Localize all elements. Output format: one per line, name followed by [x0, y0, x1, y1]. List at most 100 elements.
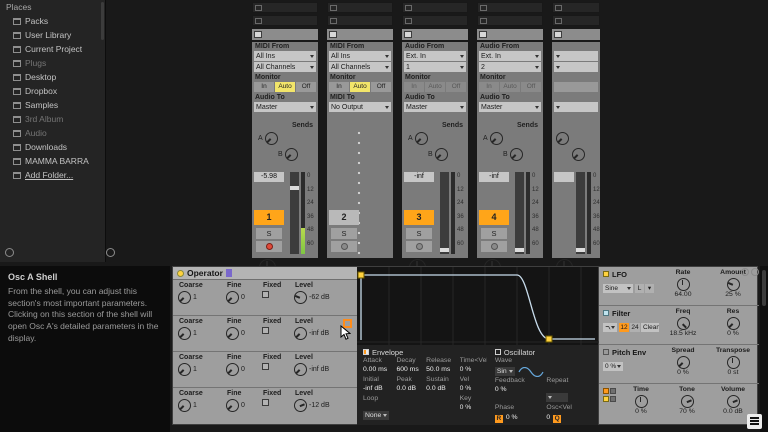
fader-handle[interactable] [515, 248, 524, 252]
scrollbar-thumb[interactable] [762, 270, 766, 306]
loop-select[interactable]: None [363, 411, 390, 420]
param-value[interactable]: 0.0 dB [396, 385, 426, 395]
fine-knob[interactable] [226, 327, 239, 340]
filter-on-led[interactable] [603, 310, 609, 316]
sidebar-item[interactable]: Plugs [0, 56, 105, 70]
filter-circuit-select[interactable]: Clean [641, 323, 659, 332]
input-select[interactable]: All Ins [329, 51, 391, 61]
level-knob[interactable] [294, 363, 307, 376]
volume-value[interactable]: -5.98 [254, 172, 284, 182]
clip-slot[interactable] [552, 15, 600, 26]
envelope-handle[interactable] [545, 335, 553, 343]
fine-knob[interactable] [226, 291, 239, 304]
osc-a-shell[interactable]: Coarse 1 Fine 0 Fixed Level -62 dB [173, 280, 357, 316]
device-title-bar[interactable]: Operator [173, 267, 357, 280]
volume-knob[interactable] [726, 395, 740, 408]
volume-fader[interactable] [440, 172, 449, 254]
level-value[interactable]: -inf dB [309, 330, 329, 337]
arm-button[interactable] [331, 241, 357, 252]
filter-slope-12-button[interactable]: 12 [619, 323, 629, 332]
output-select[interactable] [554, 102, 598, 112]
track-activator-button[interactable]: 4 [479, 210, 509, 225]
lfo-shell[interactable]: LFO Sine L ▾ Rate 64.00 Amount 25 % [599, 267, 759, 306]
param-value[interactable]: 0 % [460, 385, 487, 395]
clip-slot[interactable] [252, 2, 318, 13]
input-select[interactable] [554, 51, 598, 61]
section-square-icon[interactable] [363, 349, 369, 355]
device-view-icon[interactable] [741, 268, 749, 276]
output-select[interactable]: No Output [329, 102, 391, 112]
sidebar-item[interactable]: Add Folder... [0, 168, 105, 182]
param-value[interactable]: 50.0 ms [426, 366, 459, 376]
section-square-icon[interactable] [494, 349, 501, 355]
level-knob[interactable] [294, 327, 307, 340]
coarse-value[interactable]: 1 [193, 402, 197, 409]
osc-c-shell[interactable]: Coarse 1 Fine 0 Fixed Level -inf dB [173, 352, 357, 388]
output-select[interactable]: Master [254, 102, 316, 112]
monitor-in-button[interactable]: In [254, 82, 274, 92]
solo-button[interactable]: S [256, 228, 282, 239]
volume-value[interactable] [554, 172, 574, 182]
oscillator-section-header[interactable]: Oscillator [494, 347, 594, 357]
fixed-checkbox[interactable] [262, 327, 269, 334]
clip-slot[interactable] [327, 15, 393, 26]
filter-shell[interactable]: Filter 12 24 Clean Freq 18.5 kHz Res 0 % [599, 306, 759, 345]
osc-d-shell[interactable]: Coarse 1 Fine 0 Fixed Level -12 dB [173, 388, 357, 424]
fine-value[interactable]: 0 [241, 402, 245, 409]
sidebar-item[interactable]: Dropbox [0, 84, 105, 98]
transpose-value[interactable]: 0 st [711, 369, 755, 378]
param-value[interactable]: 600 ms [396, 366, 426, 376]
info-toggle-icon[interactable] [5, 248, 14, 257]
filter-type-select[interactable] [603, 323, 617, 332]
output-select[interactable]: Master [479, 102, 541, 112]
volume-fader[interactable] [576, 172, 585, 254]
fader-handle[interactable] [440, 248, 449, 252]
fine-value[interactable]: 0 [241, 366, 245, 373]
monitor-off-button[interactable]: Off [446, 82, 466, 92]
lfo-sync-button[interactable]: ▾ [645, 284, 654, 293]
send-a-knob[interactable] [414, 132, 428, 145]
arm-button[interactable] [406, 241, 432, 252]
amount-value[interactable]: 25 % [711, 291, 755, 300]
volume-fader[interactable] [290, 172, 299, 254]
monitor-off-button[interactable]: Off [296, 82, 316, 92]
osc-b-shell[interactable]: Coarse 1 Fine 0 Fixed Level -inf dB [173, 316, 357, 352]
fixed-checkbox[interactable] [262, 363, 269, 370]
browser-scrollbar[interactable] [101, 2, 104, 40]
global-shell[interactable]: Time 0 % Tone 70 % Volume 0.0 dB [599, 384, 759, 423]
fine-knob[interactable] [226, 399, 239, 412]
pitch-on-led[interactable] [603, 349, 609, 355]
fixed-checkbox[interactable] [262, 291, 269, 298]
volume-fader[interactable] [515, 172, 524, 254]
freq-knob[interactable] [676, 317, 690, 330]
clip-stop-button[interactable] [254, 31, 262, 38]
lfo-wave-select[interactable]: Sine [603, 284, 633, 293]
quantize-button[interactable]: Q [553, 414, 562, 423]
coarse-value[interactable]: 1 [193, 330, 197, 337]
level-value[interactable]: -inf dB [309, 366, 329, 373]
device-view-icon[interactable] [751, 268, 759, 276]
solo-button[interactable]: S [406, 228, 432, 239]
fine-value[interactable]: 0 [241, 294, 245, 301]
coarse-knob[interactable] [178, 327, 191, 340]
coarse-knob[interactable] [178, 363, 191, 376]
param-value[interactable]: 0 % [460, 366, 487, 376]
clip-slot[interactable] [402, 15, 468, 26]
sidebar-item[interactable]: Samples [0, 98, 105, 112]
sidebar-item[interactable]: Current Project [0, 42, 105, 56]
sidebar-item[interactable]: 3rd Album [0, 112, 105, 126]
transpose-knob[interactable] [726, 356, 740, 369]
phase-value[interactable]: 0 % [506, 414, 518, 424]
send-a-knob[interactable] [489, 132, 503, 145]
output-select[interactable]: Master [404, 102, 466, 112]
input-select[interactable]: Ext. In [479, 51, 541, 61]
monitor-auto-button[interactable]: Auto [275, 82, 295, 92]
envelope-handle[interactable] [357, 271, 365, 279]
level-knob[interactable] [294, 291, 307, 304]
input-channel-select[interactable]: 1 [404, 62, 466, 72]
coarse-value[interactable]: 1 [193, 294, 197, 301]
envelope-section-header[interactable]: Envelope [363, 347, 487, 357]
clip-slot[interactable] [477, 2, 543, 13]
monitor-auto-button[interactable]: Auto [425, 82, 445, 92]
monitor-auto-button[interactable]: Auto [500, 82, 520, 92]
